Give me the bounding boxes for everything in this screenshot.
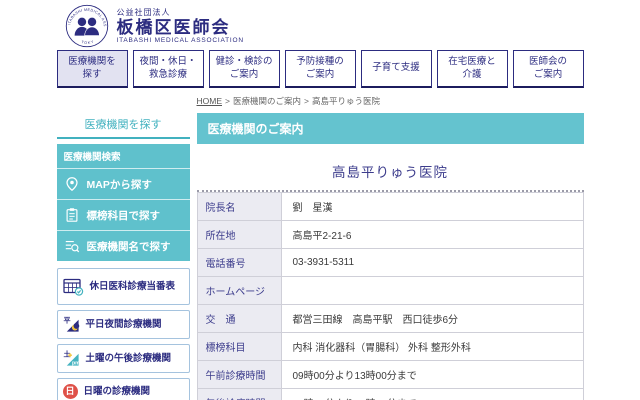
nav-find-medical-institution[interactable]: 医療機関を 探す [56, 50, 128, 88]
list-search-icon [64, 238, 80, 254]
main-content: 医療機関のご案内 高島平りゅう医院 院長名 劉 星漢 所在地 高島平2-21-6… [196, 113, 584, 400]
site-header: ITABASHI MEDICAL ASSOCIATION TOKYO 公益社団法… [57, 0, 584, 50]
sunday-icon: 日 [62, 384, 78, 399]
sidebar-link-holiday-duty-roster[interactable]: 休日医科診療当番表 [56, 268, 190, 305]
row-label: 標榜科目 [196, 332, 282, 361]
row-value: 内科 消化器科（胃腸科） 外科 整形外科 [280, 332, 584, 361]
nav-childcare-support[interactable]: 子育て支援 [360, 50, 432, 88]
page: ITABASHI MEDICAL ASSOCIATION TOKYO 公益社団法… [56, 0, 584, 400]
sidebar-item-search-by-name[interactable]: 医療機関名で探す [56, 230, 190, 261]
nav-vaccination[interactable]: 予防接種の ご案内 [284, 50, 356, 88]
association-seal-logo-icon: ITABASHI MEDICAL ASSOCIATION TOKYO [65, 4, 109, 48]
table-row-homepage: ホームページ [196, 276, 584, 305]
row-value: 劉 星漢 [280, 192, 584, 221]
sidebar-link-sunday-clinics[interactable]: 日 日曜の診療機関 [56, 378, 190, 400]
sidebar-item-label: MAPから探す [86, 178, 152, 191]
row-value: 09時00分より13時00分まで [280, 360, 584, 389]
sidebar-link-label: 日曜の診療機関 [83, 385, 151, 397]
nav-about-association[interactable]: 医師会の ご案内 [512, 50, 584, 88]
global-nav: 医療機関を 探す 夜間・休日・ 救急診療 健診・検診の ご案内 予防接種の ご案… [56, 50, 584, 88]
sidebar-link-weekday-night-clinics[interactable]: 平 平日夜間診療機関 [56, 310, 190, 339]
row-value: 03-3931-5311 [280, 248, 584, 277]
breadcrumb-separator: > [225, 96, 230, 106]
breadcrumb-separator: > [303, 96, 309, 106]
row-label: 所在地 [196, 220, 282, 249]
corporation-type: 公益社団法人 [116, 7, 171, 17]
row-value: 都営三田線 高島平駅 西口徒歩6分 [280, 304, 584, 333]
row-value: 15時00分より19時00分まで [280, 388, 584, 400]
row-value [280, 276, 584, 305]
table-row-access: 交 通 都営三田線 高島平駅 西口徒歩6分 [196, 304, 584, 333]
calendar-check-icon [62, 277, 84, 296]
table-row-phone: 電話番号 03-3931-5311 [196, 248, 584, 277]
row-label: 交 通 [196, 304, 282, 333]
svg-text:ITABASHI MEDICAL ASSOCIATION: ITABASHI MEDICAL ASSOCIATION [65, 4, 107, 27]
row-label: 院長名 [196, 192, 282, 221]
sidebar-title: 医療機関を探す [56, 113, 190, 139]
sidebar-link-label: 休日医科診療当番表 [89, 280, 176, 292]
sidebar: 医療機関を探す 医療機関検索 MAPから探す 標榜科目で探す 医療機関名で探す … [56, 113, 190, 400]
sidebar-link-label: 土曜の午後診療機関 [85, 352, 172, 364]
sidebar-item-label: 医療機関名で探す [86, 240, 171, 253]
sidebar-link-label: 平日夜間診療機関 [85, 318, 162, 330]
sidebar-link-saturday-afternoon-clinics[interactable]: 土 pm 土曜の午後診療機関 [56, 344, 190, 373]
row-label: ホームページ [196, 276, 282, 305]
row-value: 高島平2-21-6 [280, 220, 584, 249]
nav-home-care[interactable]: 在宅医療と 介護 [436, 50, 508, 88]
nav-health-checkup[interactable]: 健診・検診の ご案内 [208, 50, 280, 88]
row-label: 午前診療時間 [196, 360, 282, 389]
table-row-afternoon-hours: 午後診療時間 15時00分より19時00分まで [196, 388, 584, 400]
row-label: 電話番号 [196, 248, 282, 277]
table-row-morning-hours: 午前診療時間 09時00分より13時00分まで [196, 360, 584, 389]
sidebar-search-panel: 医療機関検索 MAPから探す 標榜科目で探す 医療機関名で探す [56, 144, 190, 261]
sidebar-item-label: 標榜科目で探す [86, 209, 161, 222]
breadcrumb-level2: 高島平りゅう医院 [311, 96, 380, 106]
map-pin-icon [64, 176, 80, 192]
table-row-address: 所在地 高島平2-21-6 [196, 220, 584, 249]
page-title-banner: 医療機関のご案内 [196, 113, 584, 144]
sidebar-search-header: 医療機関検索 [56, 144, 190, 169]
svg-text:pm: pm [71, 361, 79, 367]
weekday-night-icon: 平 [63, 316, 80, 333]
sidebar-item-search-by-department[interactable]: 標榜科目で探す [56, 199, 190, 230]
table-row-departments: 標榜科目 内科 消化器科（胃腸科） 外科 整形外科 [196, 332, 584, 361]
table-row-director: 院長名 劉 星漢 [196, 192, 584, 221]
nav-night-holiday-emergency[interactable]: 夜間・休日・ 救急診療 [132, 50, 204, 88]
clinic-info-table: 院長名 劉 星漢 所在地 高島平2-21-6 電話番号 03-3931-5311… [196, 192, 584, 400]
row-label: 午後診療時間 [196, 388, 282, 400]
organization-name: 板橋区医師会 [116, 17, 231, 37]
clinic-name-heading: 高島平りゅう医院 [332, 165, 448, 180]
sidebar-item-search-by-map[interactable]: MAPから探す [57, 169, 190, 199]
breadcrumb: HOME > 医療機関のご案内 > 高島平りゅう医院 [197, 95, 584, 107]
organization-name-en: ITABASHI MEDICAL ASSOCIATION [116, 37, 244, 45]
svg-text:平: 平 [63, 317, 70, 325]
breadcrumb-home-link[interactable]: HOME [197, 96, 223, 106]
breadcrumb-level1: 医療機関のご案内 [232, 96, 301, 106]
clipboard-icon [64, 207, 80, 223]
saturday-pm-icon: 土 pm [63, 350, 80, 367]
